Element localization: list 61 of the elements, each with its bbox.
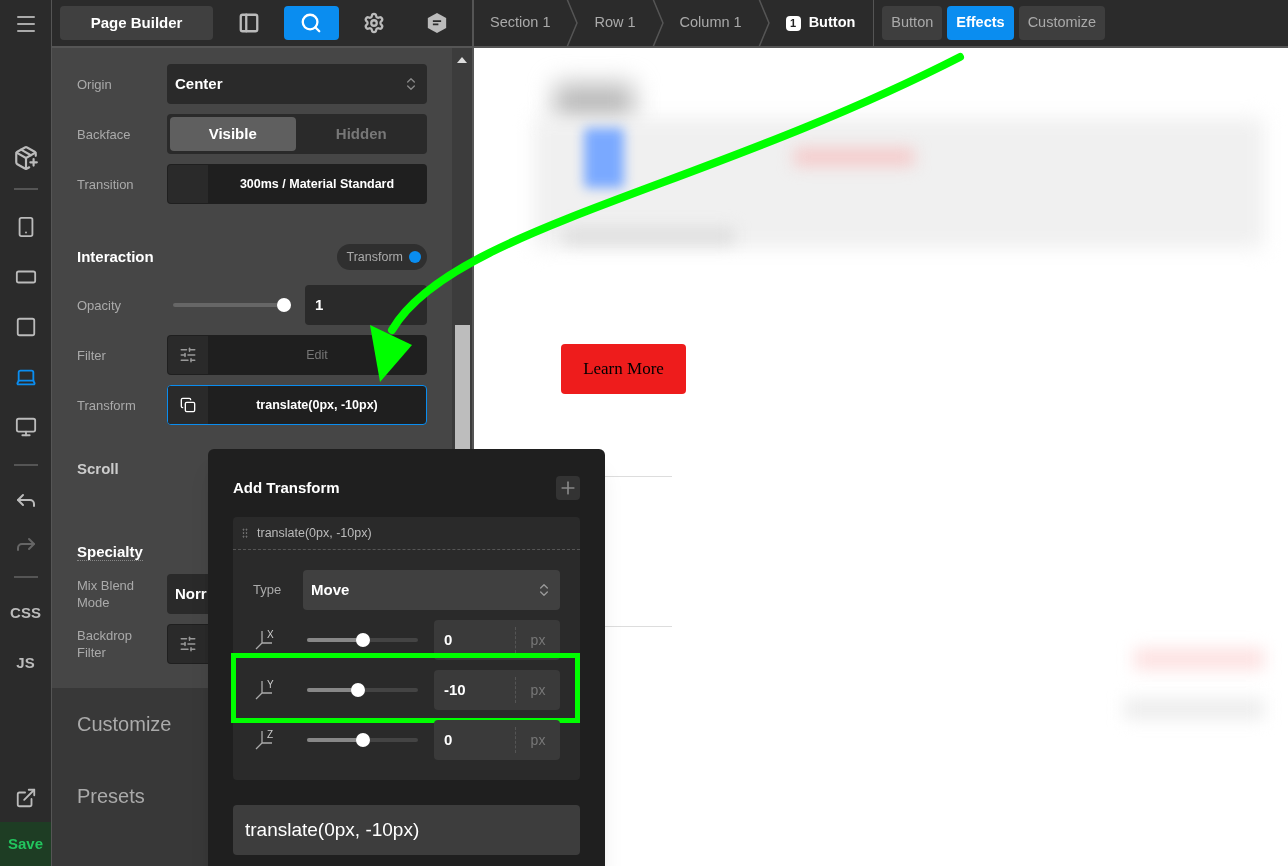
breadcrumb-link[interactable]: 1 Button — [769, 0, 872, 46]
breadcrumb-link[interactable]: Row 1 — [578, 0, 652, 46]
number-field[interactable]: 1 — [305, 285, 427, 325]
code-button[interactable]: JS — [16, 638, 35, 688]
number-field[interactable]: 0 px — [434, 720, 560, 760]
add-button[interactable] — [556, 476, 580, 500]
sliders-icon — [179, 635, 197, 653]
field-label: Type — [253, 581, 283, 600]
field-label: Transform — [77, 396, 137, 414]
select-field[interactable]: Center — [167, 64, 427, 104]
scrollbar-thumb[interactable] — [454, 325, 470, 450]
field-label: Mix Blend Mode — [77, 577, 136, 611]
field-label: Backface — [77, 125, 132, 143]
sliders-icon — [179, 346, 197, 364]
save-button[interactable]: Save — [0, 822, 51, 866]
field-label: Opacity — [77, 296, 123, 314]
number-field[interactable]: -10 px — [434, 670, 560, 710]
slider-thumb[interactable] — [355, 633, 370, 647]
square-tablet-icon — [14, 316, 37, 338]
segment-option[interactable]: Hidden — [298, 117, 424, 151]
slider-thumb[interactable] — [277, 298, 291, 312]
collapsed-section[interactable]: Presets — [77, 760, 145, 832]
collapsed-section[interactable]: Customize — [77, 688, 172, 760]
panel-layout-icon — [237, 12, 260, 34]
field-label: Backdrop Filter — [77, 627, 133, 661]
code-button[interactable]: CSS — [10, 588, 41, 638]
desktop-icon — [14, 416, 37, 438]
breadcrumb-link[interactable]: Section 1 — [474, 0, 567, 46]
search-button[interactable] — [283, 6, 339, 40]
type-select[interactable]: Move — [303, 570, 560, 610]
tab[interactable]: Effects — [947, 6, 1014, 40]
drag-handle-icon[interactable] — [239, 527, 251, 539]
number-field[interactable]: 0 px — [434, 620, 560, 660]
breadcrumb-link[interactable]: Column 1 — [663, 0, 758, 46]
section-title: Interaction — [77, 246, 154, 267]
transform-toggle[interactable]: Transform — [336, 244, 427, 270]
segment-option[interactable]: Visible — [170, 117, 296, 151]
action-field[interactable]: Edit — [167, 335, 427, 375]
field-label: Transition — [77, 175, 135, 193]
learn-more-button[interactable]: Learn More — [561, 344, 686, 394]
action-field[interactable]: translate(0px, -10px) — [167, 385, 427, 425]
slider-thumb[interactable] — [350, 683, 365, 697]
box-plus-icon — [12, 145, 39, 171]
hexagon-note-icon — [425, 12, 448, 34]
tab[interactable]: Customize — [1018, 6, 1106, 40]
slider-thumb[interactable] — [355, 733, 370, 747]
search-icon — [300, 12, 323, 34]
popover-title: Add Transform — [233, 477, 340, 498]
scroll-up-icon — [457, 57, 467, 63]
field-label: Origin — [77, 75, 113, 93]
page-builder-button[interactable]: Page Builder — [60, 6, 214, 40]
external-link-icon — [14, 787, 37, 809]
tab[interactable]: Button — [882, 6, 943, 40]
section-title: Scroll — [77, 458, 119, 479]
section-title: Specialty — [77, 543, 143, 561]
transform-item-label: translate(0px, -10px) — [257, 524, 372, 542]
settings-icon — [362, 12, 385, 34]
transform-output-field[interactable]: translate(0px, -10px) — [233, 805, 580, 855]
action-field[interactable]: 300ms / Material Standard — [167, 164, 427, 204]
field-label: Filter — [77, 346, 107, 364]
copy-icon — [180, 397, 196, 413]
